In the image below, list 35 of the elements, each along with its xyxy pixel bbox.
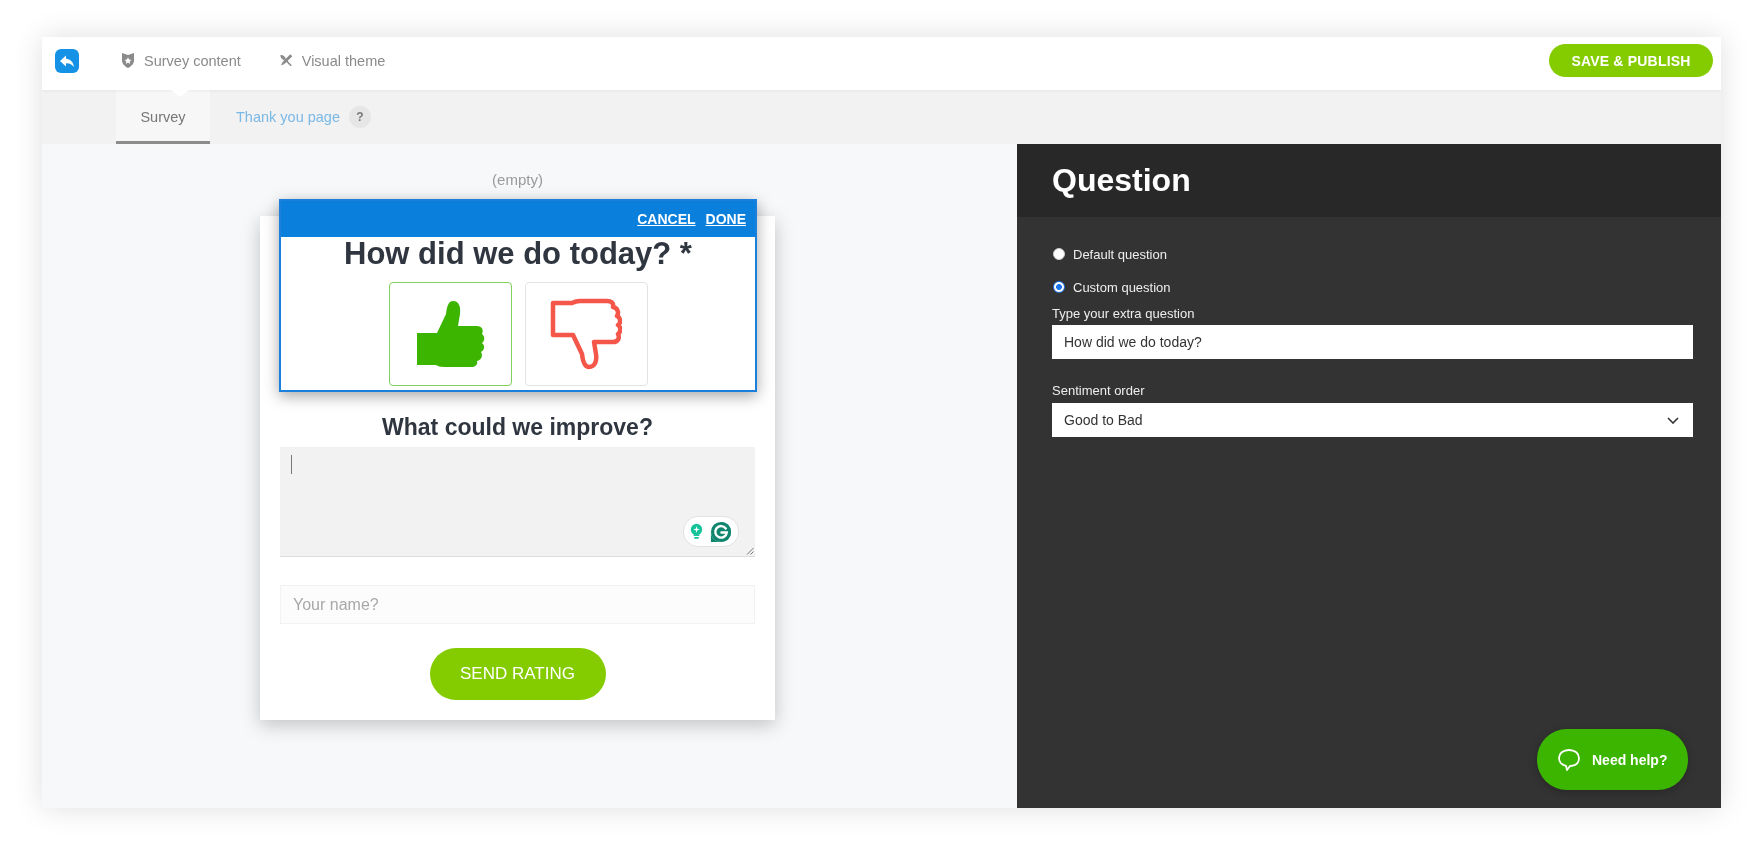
lightbulb-icon xyxy=(690,523,703,540)
question-title: How did we do today? * xyxy=(343,237,693,271)
send-rating-button[interactable]: SEND RATING xyxy=(429,648,606,700)
shield-star-icon xyxy=(120,52,136,69)
name-input[interactable]: Your name? xyxy=(280,585,755,624)
speech-bubble-icon xyxy=(1558,748,1580,771)
panel-title: Question xyxy=(1052,162,1191,199)
radio-button[interactable] xyxy=(1053,248,1065,260)
radio-label: Default question xyxy=(1073,246,1167,262)
empty-label: (empty) xyxy=(491,171,544,189)
g-badge-icon xyxy=(710,520,732,543)
nav-tab[interactable]: Visual theme xyxy=(277,48,386,73)
field-label: Type your extra question xyxy=(1052,306,1196,322)
page-tab[interactable]: Survey xyxy=(116,90,210,144)
writing-assistant-badge[interactable] xyxy=(683,516,739,547)
editor-action-link[interactable]: DONE xyxy=(705,211,746,227)
thumbs-up-icon xyxy=(414,298,486,370)
field-label: Sentiment order xyxy=(1052,383,1146,399)
need-help-button[interactable]: Need help? xyxy=(1537,729,1688,790)
comment-field[interactable] xyxy=(280,447,755,557)
rating-option[interactable] xyxy=(388,282,512,386)
question-input[interactable]: How did we do today? xyxy=(1052,325,1693,359)
chevron-down-icon xyxy=(1667,416,1679,424)
rating-option[interactable] xyxy=(524,282,648,386)
radio-label: Custom question xyxy=(1073,279,1171,295)
help-badge[interactable]: ? xyxy=(349,106,371,128)
question-title: What could we improve? xyxy=(382,413,653,442)
nav-tab[interactable]: Survey content xyxy=(120,48,241,73)
radio-button[interactable] xyxy=(1053,281,1065,293)
resize-handle-icon[interactable] xyxy=(746,547,754,555)
save-publish-button[interactable]: SAVE & PUBLISH xyxy=(1549,44,1713,77)
sentiment-select[interactable]: Good to Bad xyxy=(1052,403,1693,437)
text-cursor-icon xyxy=(291,455,292,474)
editor-action-link[interactable]: CANCEL xyxy=(637,211,696,227)
thumbs-down-icon xyxy=(550,298,622,370)
